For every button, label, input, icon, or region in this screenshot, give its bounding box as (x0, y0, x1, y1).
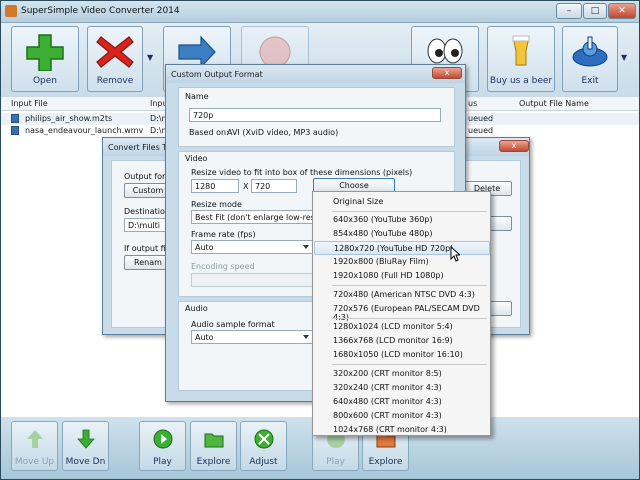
move-up-button[interactable]: Move Up (11, 421, 58, 471)
frame-rate-select[interactable]: Auto (191, 240, 313, 254)
adjust-label: Adjust (249, 457, 278, 467)
explore-output-label: Explore (368, 457, 403, 467)
file-name: philips_air_show.m2ts (25, 114, 113, 123)
name-section-title: Name (185, 92, 209, 101)
exit-button[interactable]: Exit (562, 26, 618, 92)
file-icon (11, 126, 19, 135)
based-on-value: AVI (XviD video, MP3 audio) (227, 128, 339, 137)
move-up-label: Move Up (14, 457, 55, 467)
resize-mode-label: Resize mode (191, 200, 242, 209)
down-arrow-icon (76, 429, 95, 449)
col-status[interactable]: us (468, 99, 477, 108)
explore-label: Explore (196, 457, 231, 467)
menu-item[interactable]: 640x360 (YouTube 360p) (314, 213, 490, 227)
menu-item[interactable]: 1920x800 (BluRay Film) (314, 255, 490, 269)
menu-item-original-size[interactable]: Original Size (314, 195, 490, 209)
open-label: Open (32, 76, 58, 86)
title-bar: SuperSimple Video Converter 2014 – □ ✕ (1, 1, 639, 23)
chevron-down-icon (303, 335, 309, 339)
move-down-button[interactable]: Move Dn (62, 421, 109, 471)
encoding-speed-select (191, 273, 313, 287)
exit-label: Exit (581, 76, 599, 86)
menu-item[interactable]: 1366x768 (LCD monitor 16:9) (314, 334, 490, 348)
file-status: ueued (468, 114, 494, 123)
col-input-file[interactable]: Input File (11, 99, 48, 108)
width-field[interactable]: 1280 (191, 179, 239, 193)
chevron-down-icon (303, 245, 309, 249)
name-section: Name 720p Based on: AVI (XviD video, MP3… (178, 87, 455, 147)
remove-label: Remove (96, 76, 134, 86)
menu-item[interactable]: 320x240 (CRT monitor 4:3) (314, 381, 490, 395)
menu-item[interactable]: 854x480 (YouTube 480p) (314, 227, 490, 241)
video-section-title: Video (185, 154, 208, 163)
custom-dialog-close-button[interactable]: x (432, 67, 462, 79)
minimize-button[interactable]: – (556, 3, 582, 19)
menu-item[interactable]: 1024x768 (CRT monitor 4:3) (314, 423, 490, 437)
dimension-x-label: X (243, 182, 249, 191)
remove-button[interactable]: Remove (87, 26, 143, 92)
exit-dropdown-icon[interactable]: ▼ (621, 53, 627, 62)
mouse-cursor-icon (450, 246, 460, 262)
remove-dropdown-icon[interactable]: ▼ (147, 53, 153, 62)
buy-beer-label: Buy us a beer (489, 76, 553, 86)
custom-dialog-title: Custom Output Format (166, 65, 465, 83)
height-field[interactable]: 720 (251, 179, 297, 193)
exit-icon (572, 36, 608, 67)
audio-section-title: Audio (185, 304, 208, 313)
open-button[interactable]: Open (11, 26, 79, 92)
app-title: SuperSimple Video Converter 2014 (21, 6, 180, 16)
play-output-label: Play (326, 457, 345, 467)
resize-mode-select[interactable]: Best Fit (don't enlarge low-resolutio (191, 210, 313, 224)
menu-separator (332, 285, 487, 286)
encoding-speed-label: Encoding speed (191, 262, 255, 271)
col-output-file-name[interactable]: Output File Name (519, 99, 589, 108)
resolution-menu: Original Size 640x360 (YouTube 360p) 854… (312, 191, 491, 436)
file-status: ueued (468, 126, 494, 135)
menu-item[interactable]: 1920x1080 (Full HD 1080p) (314, 269, 490, 283)
play-icon (153, 429, 172, 449)
adjust-button[interactable]: Adjust (240, 421, 287, 471)
beer-icon (512, 35, 530, 66)
explore-button[interactable]: Explore (190, 421, 237, 471)
close-button[interactable]: ✕ (608, 3, 636, 19)
menu-item[interactable]: 1280x1024 (LCD monitor 5:4) (314, 320, 490, 334)
menu-item[interactable]: 320x200 (CRT monitor 8:5) (314, 367, 490, 381)
name-field[interactable]: 720p (189, 108, 441, 122)
menu-separator (332, 364, 487, 365)
frame-rate-label: Frame rate (fps) (191, 230, 256, 239)
adjust-icon (254, 429, 273, 449)
menu-item[interactable]: 640x480 (CRT monitor 4:3) (314, 395, 490, 409)
resize-caption: Resize video to fit into box of these di… (191, 168, 413, 177)
frame-rate-value: Auto (195, 243, 214, 252)
menu-item[interactable]: 720x480 (American NTSC DVD 4:3) (314, 288, 490, 302)
audio-sample-format-value: Auto (195, 333, 214, 342)
file-icon (11, 114, 19, 123)
menu-item[interactable]: 1680x1050 (LCD monitor 16:10) (314, 348, 490, 362)
menu-item-highlighted[interactable]: 1280x720 (YouTube HD 720p) (314, 241, 490, 255)
plus-icon (26, 34, 64, 71)
based-on-label: Based on: (189, 128, 229, 137)
up-arrow-icon (26, 430, 43, 448)
play-button[interactable]: Play (139, 421, 186, 471)
file-name: nasa_endeavour_launch.wmv (25, 126, 144, 135)
menu-item[interactable]: 800x600 (CRT monitor 4:3) (314, 409, 490, 423)
menu-separator (332, 318, 487, 319)
menu-item[interactable]: 720x576 (European PAL/SECAM DVD 4:3) (314, 302, 490, 322)
folder-icon (204, 433, 223, 448)
maximize-button[interactable]: □ (583, 3, 607, 19)
audio-sample-format-select[interactable]: Auto (191, 330, 313, 344)
x-icon (96, 36, 134, 68)
buy-beer-button[interactable]: Buy us a beer (487, 26, 555, 92)
audio-sample-format-label: Audio sample format (191, 320, 275, 329)
menu-separator (332, 211, 487, 212)
play-label: Play (153, 457, 172, 467)
app-icon (5, 5, 17, 17)
convert-dialog-close-button[interactable]: x (499, 140, 529, 152)
move-down-label: Move Dn (65, 457, 106, 467)
